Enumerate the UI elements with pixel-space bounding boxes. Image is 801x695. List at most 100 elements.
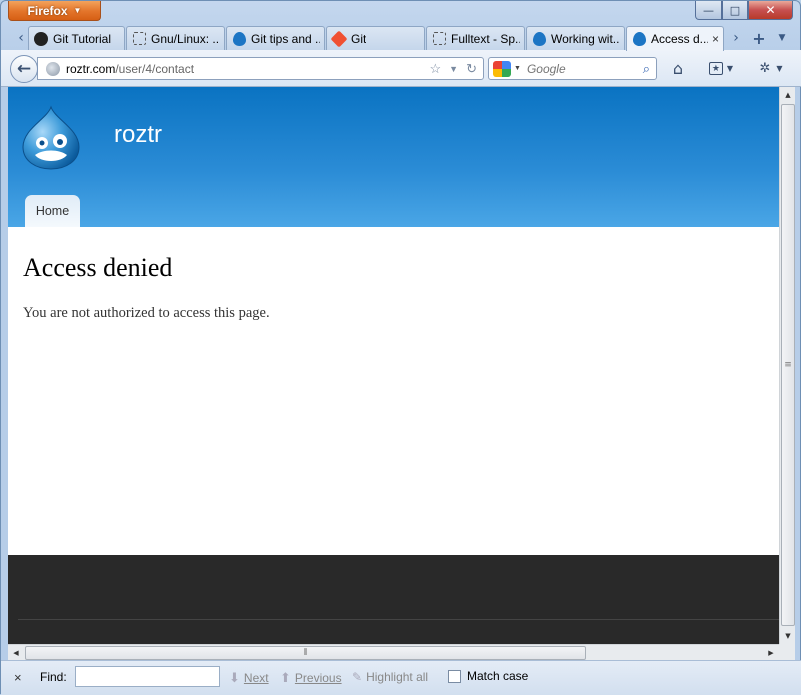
- tab-label: Gnu/Linux: ...: [151, 31, 220, 46]
- tab-gnu-linux[interactable]: Gnu/Linux: ...: [126, 26, 225, 50]
- bug-icon: ✲: [759, 61, 771, 76]
- minimize-icon: —: [703, 3, 714, 17]
- chevron-down-icon: ▼: [778, 33, 786, 43]
- addon-button[interactable]: ✲ ▼: [751, 57, 791, 80]
- bookmarks-icon: ★: [708, 62, 723, 75]
- find-label: Find:: [40, 670, 67, 684]
- url-bar[interactable]: roztr.com/user/4/contact ☆ ▼ ↻: [37, 57, 484, 80]
- drupal-icon: [531, 31, 547, 47]
- chevron-down-icon: ▼: [776, 64, 783, 73]
- chevron-down-icon: ▼: [726, 64, 734, 73]
- scrollbar-corner: [779, 644, 795, 660]
- firefox-menu-label: Firefox: [27, 3, 68, 18]
- tab-label: Git: [351, 31, 367, 46]
- chevron-down-icon[interactable]: ▼: [514, 65, 521, 72]
- chevron-right-icon: ›: [733, 30, 739, 46]
- git-icon: [330, 30, 348, 47]
- arrow-up-icon: ⬆: [280, 670, 291, 685]
- horizontal-scroll-thumb[interactable]: ⦀: [25, 646, 586, 660]
- main-content: Access denied You are not authorized to …: [8, 227, 779, 322]
- navigation-toolbar: roztr.com/user/4/contact ☆ ▼ ↻ ← ▼ ⌕ ⌂ ★…: [1, 50, 801, 87]
- find-input[interactable]: [75, 666, 220, 687]
- chevron-down-icon: ▼: [73, 6, 82, 15]
- close-window-button[interactable]: ✕: [748, 1, 793, 20]
- find-previous-button[interactable]: ⬆ Previous: [280, 670, 342, 686]
- close-icon: ✕: [765, 3, 776, 17]
- tab-close-icon[interactable]: ×: [712, 32, 719, 46]
- grip-icon: ⦀: [303, 648, 308, 658]
- highlight-all-label: Highlight all: [366, 670, 429, 684]
- tab-label: Access d...: [651, 32, 708, 46]
- find-next-button[interactable]: ⬇ Next: [229, 670, 269, 686]
- tab-git[interactable]: Git: [326, 26, 425, 50]
- tab-access-denied[interactable]: Access d... ×: [626, 26, 724, 51]
- arrow-down-icon: ⬇: [229, 670, 240, 685]
- list-all-tabs-button[interactable]: ▼: [774, 26, 790, 50]
- search-bar[interactable]: ▼ ⌕: [488, 57, 657, 80]
- new-tab-button[interactable]: +: [751, 26, 767, 50]
- plus-icon: +: [752, 28, 766, 48]
- highlight-all-button[interactable]: ✎ Highlight all: [352, 670, 428, 684]
- back-arrow-icon: ←: [16, 59, 32, 79]
- tab-label: Git tips and ...: [251, 31, 320, 46]
- tab-label: Fulltext - Sp...: [451, 31, 520, 46]
- back-button[interactable]: ←: [10, 55, 38, 83]
- vertical-scroll-thumb[interactable]: ≡: [781, 104, 795, 626]
- site-name[interactable]: roztr: [114, 121, 162, 149]
- tab-working-with[interactable]: Working wit...: [526, 26, 625, 50]
- scroll-up-icon[interactable]: ▲: [780, 87, 796, 103]
- browser-window: Firefox ▼ — □ ✕ ‹ Git Tutorial Gnu/Linux…: [0, 0, 801, 695]
- footer-divider: [18, 619, 779, 620]
- maximize-button[interactable]: □: [722, 1, 748, 20]
- tab-strip: ‹ Git Tutorial Gnu/Linux: ... Git tips a…: [1, 26, 801, 51]
- site-header: roztr Home: [8, 87, 779, 227]
- github-icon: [33, 31, 49, 47]
- google-engine-icon[interactable]: [493, 60, 511, 77]
- tab-label: Working wit...: [551, 31, 620, 46]
- find-next-label: Next: [243, 671, 269, 685]
- blank-page-icon: [431, 31, 447, 47]
- firefox-menu-button[interactable]: Firefox ▼: [8, 1, 101, 21]
- error-message: You are not authorized to access this pa…: [23, 305, 270, 321]
- drupal-icon: [231, 31, 247, 47]
- highlighter-icon: ✎: [352, 670, 363, 684]
- find-previous-label: Previous: [294, 671, 342, 685]
- site-identity-icon[interactable]: [46, 61, 60, 76]
- tab-fulltext[interactable]: Fulltext - Sp...: [426, 26, 525, 50]
- search-input[interactable]: [526, 61, 637, 76]
- bookmarks-button[interactable]: ★ ▼: [703, 57, 739, 80]
- reload-icon[interactable]: ↻: [466, 61, 477, 77]
- blank-page-icon: [131, 31, 147, 47]
- grip-icon: ≡: [784, 360, 792, 370]
- chevron-left-icon: ‹: [18, 30, 24, 46]
- minimize-button[interactable]: —: [695, 1, 722, 20]
- tab-scroll-right-button[interactable]: ›: [728, 26, 744, 50]
- maximize-icon: □: [729, 3, 741, 17]
- url-path: /user/4/contact: [115, 61, 195, 76]
- match-case-label: Match case: [467, 669, 529, 683]
- home-icon: ⌂: [672, 59, 684, 78]
- find-bar: × Find: ⬇ Next ⬆ Previous ✎ Highlight al…: [1, 660, 801, 695]
- scroll-left-icon[interactable]: ◀: [8, 645, 24, 661]
- drupal-icon: [631, 31, 647, 47]
- site-footer: [8, 555, 779, 644]
- tab-git-tips[interactable]: Git tips and ...: [226, 26, 325, 50]
- scroll-right-icon[interactable]: ▶: [763, 645, 779, 661]
- tab-git-tutorial[interactable]: Git Tutorial: [28, 26, 125, 50]
- search-icon[interactable]: ⌕: [643, 61, 650, 77]
- find-close-icon[interactable]: ×: [14, 670, 22, 685]
- checkbox-box[interactable]: [448, 669, 461, 683]
- nav-tab-home[interactable]: Home: [25, 195, 80, 227]
- history-dropdown-icon[interactable]: ▼: [449, 64, 458, 74]
- bookmark-star-icon[interactable]: ☆: [430, 61, 442, 77]
- scroll-down-icon[interactable]: ▼: [780, 628, 796, 644]
- home-button[interactable]: ⌂: [667, 57, 689, 80]
- match-case-checkbox[interactable]: Match case: [448, 669, 528, 683]
- horizontal-scrollbar[interactable]: ◀ ⦀ ▶: [8, 644, 779, 660]
- drupal-logo[interactable]: [21, 105, 81, 171]
- url-host: roztr.com: [66, 61, 116, 76]
- tab-scroll-left-button[interactable]: ‹: [13, 26, 29, 50]
- vertical-scrollbar[interactable]: ▲ ≡ ▼: [779, 87, 795, 644]
- tab-label: Git Tutorial: [53, 31, 112, 46]
- page-title: Access denied: [23, 253, 173, 282]
